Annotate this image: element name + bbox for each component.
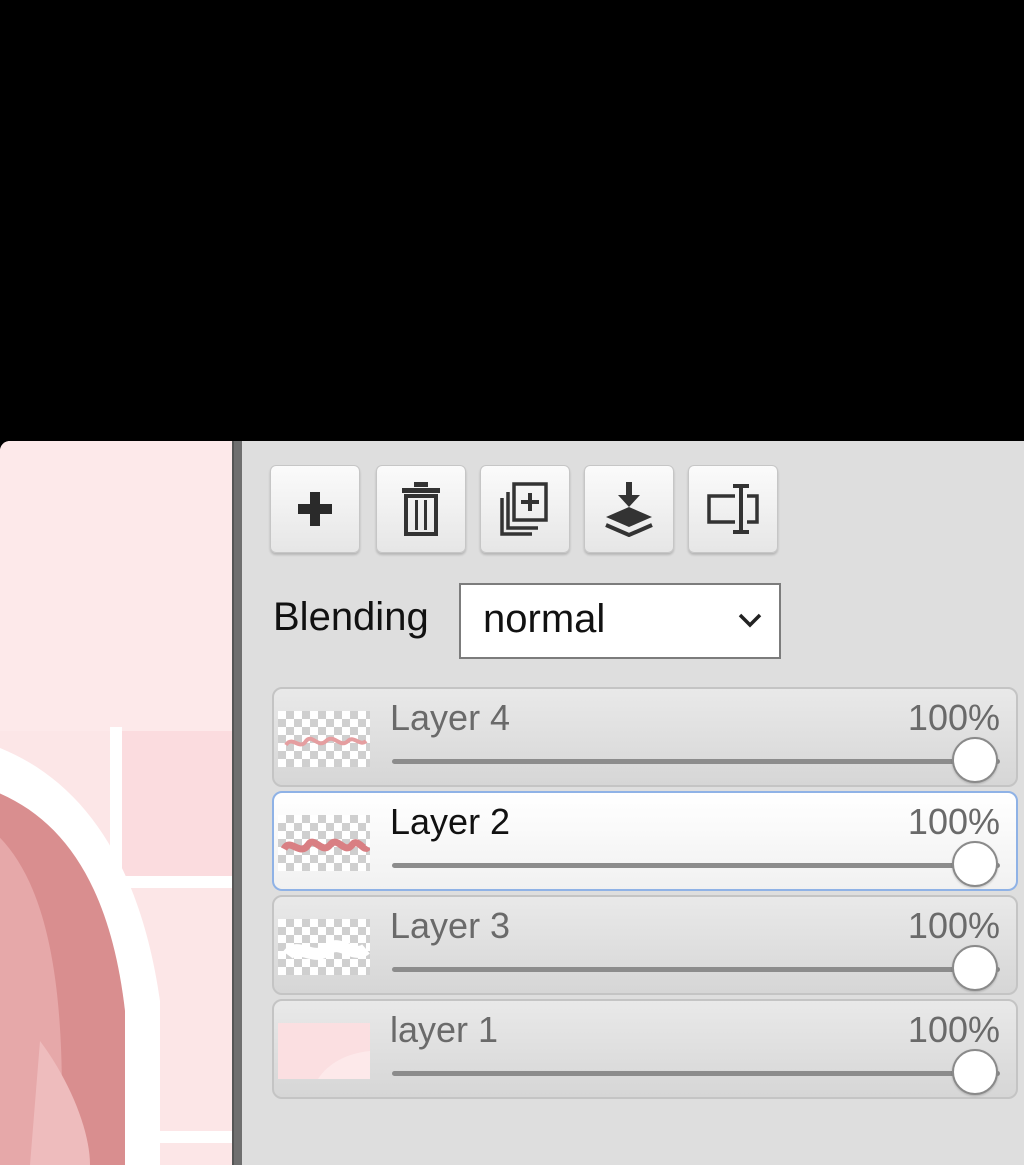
layer-opacity-value: 100% — [907, 697, 1000, 738]
opacity-slider-handle[interactable] — [952, 1049, 998, 1095]
plus-icon — [298, 492, 332, 526]
add-layer-button[interactable] — [270, 465, 360, 553]
canvas-artwork — [0, 441, 232, 1165]
layer-item[interactable]: layer 1 100% — [272, 999, 1018, 1099]
layers-panel: Blending normal Layer 4 100% Layer 2 100… — [242, 441, 1024, 1165]
layer-thumbnail-art — [284, 736, 368, 747]
layer-opacity-value: 100% — [907, 801, 1000, 842]
layer-item-selected[interactable]: Layer 2 100% — [272, 791, 1018, 891]
drawing-canvas[interactable] — [0, 441, 232, 1165]
duplicate-icon — [500, 482, 548, 536]
layer-item[interactable]: Layer 3 100% — [272, 895, 1018, 995]
rename-layer-button[interactable] — [688, 465, 778, 553]
chevron-down-icon — [738, 613, 762, 628]
opacity-slider-track[interactable] — [392, 1071, 1000, 1076]
opacity-slider-handle[interactable] — [952, 841, 998, 887]
layer-thumbnail — [278, 815, 370, 871]
app-root: Blending normal Layer 4 100% Layer 2 100… — [0, 0, 1024, 1165]
rename-icon — [707, 484, 759, 534]
blending-mode-value: normal — [483, 597, 606, 641]
layer-thumbnail — [278, 711, 370, 767]
duplicate-layer-button[interactable] — [480, 465, 570, 553]
opacity-slider-handle[interactable] — [952, 945, 998, 991]
opacity-slider-track[interactable] — [392, 863, 1000, 868]
layer-opacity-value: 100% — [907, 1009, 1000, 1050]
layer-thumbnail — [278, 1023, 370, 1079]
layer-opacity-value: 100% — [907, 905, 1000, 946]
layer-name: layer 1 — [390, 1009, 499, 1050]
opacity-slider-track[interactable] — [392, 759, 1000, 764]
layer-name: Layer 4 — [390, 697, 511, 738]
opacity-slider-handle[interactable] — [952, 737, 998, 783]
layer-thumbnail-art — [283, 940, 370, 960]
merge-down-icon — [605, 482, 653, 537]
delete-layer-button[interactable] — [376, 465, 466, 553]
layer-thumbnail-art — [280, 838, 370, 853]
blending-label: Blending — [273, 595, 429, 639]
merge-down-button[interactable] — [584, 465, 674, 553]
layer-name: Layer 3 — [390, 905, 511, 946]
blending-mode-select[interactable]: normal — [459, 583, 781, 659]
layer-thumbnail — [278, 919, 370, 975]
opacity-slider-track[interactable] — [392, 967, 1000, 972]
layer-name: Layer 2 — [390, 801, 511, 842]
layer-item[interactable]: Layer 4 100% — [272, 687, 1018, 787]
trash-icon — [402, 482, 440, 536]
layer-thumbnail-art — [278, 1023, 370, 1079]
panel-divider[interactable] — [232, 441, 242, 1165]
